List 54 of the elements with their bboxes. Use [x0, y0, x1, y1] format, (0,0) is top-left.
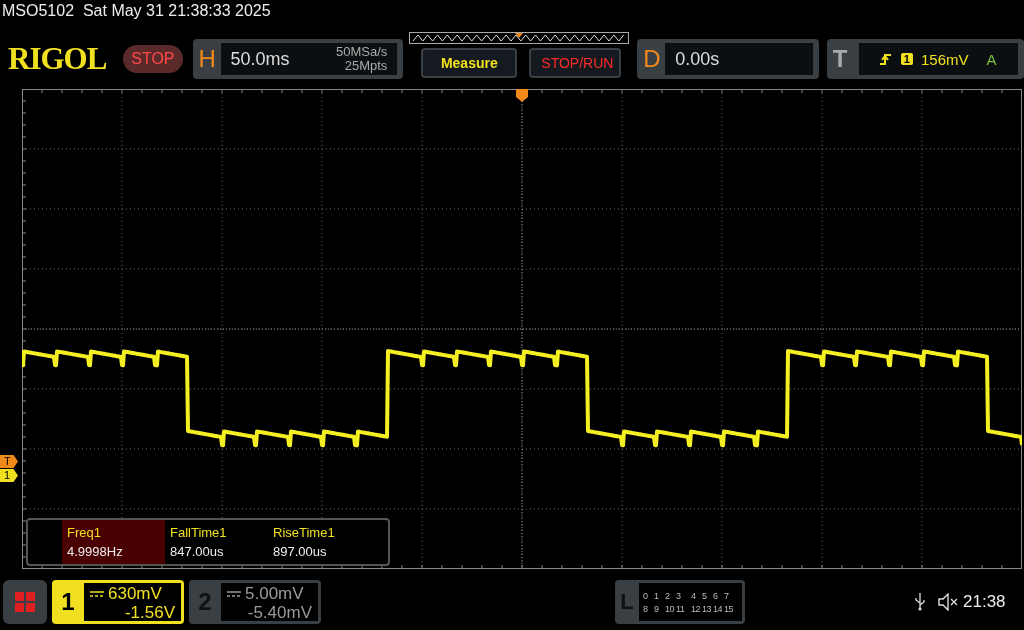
- rising-edge-icon: [878, 52, 893, 66]
- logic-channel-number: 14: [713, 603, 723, 614]
- muted-speaker-icon: [938, 593, 958, 611]
- trigger-label: T: [832, 45, 849, 73]
- dc-coupling-icon: [90, 590, 104, 597]
- menu-button[interactable]: Measure: [421, 48, 518, 78]
- channel-scale: 630mV: [108, 584, 162, 603]
- logic-channel-number: 2: [665, 590, 671, 601]
- level-marker[interactable]: 1: [0, 469, 18, 482]
- dc-coupling-icon: [227, 590, 241, 597]
- delay-value: 0.00s: [665, 43, 813, 75]
- trigger-mode: A: [986, 50, 997, 68]
- horizontal-label: H: [198, 45, 217, 73]
- delay-panel[interactable]: D 0.00s: [637, 39, 819, 79]
- logic-channel-number: 3: [676, 590, 682, 601]
- channel-offset: -5.40mV: [247, 603, 312, 622]
- measurement-item[interactable]: Freq1 4.9998Hz: [62, 520, 165, 564]
- logic-channel-number: 4: [691, 590, 697, 601]
- logic-channel-number: 7: [724, 590, 730, 601]
- measurement-item[interactable]: RiseTime1 897.00us: [268, 520, 371, 564]
- level-marker[interactable]: T: [0, 455, 18, 468]
- logic-channel-number: 0: [643, 590, 649, 601]
- sample-rate: 50MSa/s: [336, 45, 388, 59]
- logic-channel-number: 6: [713, 590, 719, 601]
- menu-button[interactable]: [3, 580, 47, 624]
- grid-icon: [14, 591, 36, 613]
- trigger-panel[interactable]: T 1 156mV A: [826, 39, 1024, 79]
- logic-channel-number: 11: [676, 603, 686, 614]
- timebase-value: 50.0ms: [220, 43, 301, 75]
- logic-channel-number: 9: [654, 603, 660, 614]
- channel-number: 1: [60, 587, 76, 617]
- run-state-button[interactable]: STOP: [123, 45, 183, 73]
- clock: 21:38: [963, 592, 1006, 612]
- logic-channel-number: 1: [654, 590, 660, 601]
- trigger-position-icon: [516, 89, 528, 102]
- menu-button[interactable]: STOP/RUN: [529, 48, 622, 78]
- status-line: MSO5102 Sat May 31 21:38:33 2025: [1, 1, 272, 21]
- logic-channel-number: 13: [702, 603, 712, 614]
- horizontal-panel[interactable]: H 50.0ms 50MSa/s 25Mpts: [192, 39, 404, 79]
- logo: RIGOL: [8, 41, 108, 77]
- measurement-item[interactable]: FallTime1 847.00us: [165, 520, 268, 564]
- channel-offset: -1.56V: [124, 603, 175, 622]
- usb-icon: [915, 593, 925, 611]
- logic-channel-number: 8: [643, 603, 649, 614]
- delay-label: D: [643, 45, 662, 73]
- trigger-source: 1: [900, 53, 913, 65]
- memory-depth: 25Mpts: [344, 59, 388, 73]
- trigger-level: 156mV: [921, 50, 969, 68]
- logic-channel-number: 10: [665, 603, 675, 614]
- logic-channel-number: 15: [724, 603, 734, 614]
- channel-scale: 5.00mV: [245, 584, 304, 603]
- logic-channel-number: 12: [691, 603, 701, 614]
- logic-channel-number: 5: [702, 590, 708, 601]
- channel-panel[interactable]: 1 630mV -1.56V: [52, 580, 184, 624]
